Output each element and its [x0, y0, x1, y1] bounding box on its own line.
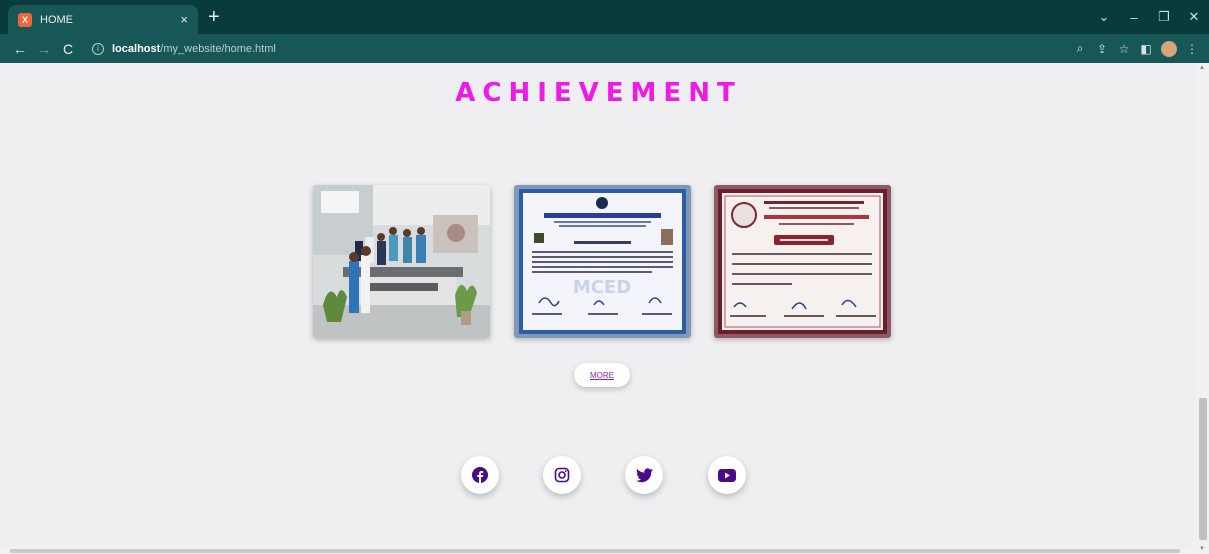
- restore-button[interactable]: ❐: [1149, 9, 1179, 25]
- facebook-icon: [472, 467, 488, 483]
- instagram-icon: [554, 467, 570, 483]
- tab-search-icon[interactable]: ⌄: [1089, 9, 1119, 25]
- achievement-photo-group[interactable]: [313, 185, 490, 338]
- back-button[interactable]: ←: [8, 41, 32, 57]
- tab-title: HOME: [40, 13, 73, 26]
- youtube-button[interactable]: [708, 456, 746, 494]
- achievement-photo-certificate-technovision[interactable]: [714, 185, 891, 338]
- xampp-favicon-icon: X: [18, 12, 32, 27]
- scroll-down-arrow-icon[interactable]: ▼: [1199, 546, 1205, 552]
- twitter-icon: [635, 467, 653, 482]
- forward-button[interactable]: →: [32, 41, 56, 57]
- tab-close-icon[interactable]: ×: [180, 12, 188, 27]
- horizontal-scrollbar[interactable]: [0, 547, 1197, 554]
- certificate-image: MCED: [514, 185, 691, 338]
- url-path: /my_website/home.html: [160, 42, 276, 55]
- youtube-icon: [718, 468, 736, 482]
- group-photo-image: [313, 185, 490, 338]
- site-info-icon[interactable]: i: [92, 42, 104, 55]
- scroll-up-arrow-icon[interactable]: ▲: [1199, 65, 1205, 71]
- svg-text:MCED: MCED: [573, 277, 631, 298]
- side-panel-icon[interactable]: ◧: [1135, 42, 1157, 56]
- minimize-button[interactable]: –: [1119, 10, 1149, 25]
- menu-kebab-icon[interactable]: ⋮: [1181, 42, 1203, 56]
- window-controls: ⌄ – ❐ ✕: [1089, 0, 1209, 34]
- browser-titlebar: X HOME × + ⌄ – ❐ ✕: [0, 0, 1209, 34]
- vertical-scroll-thumb[interactable]: [1199, 398, 1207, 540]
- vertical-scrollbar[interactable]: ▲ ▼: [1197, 63, 1209, 554]
- tab-home[interactable]: X HOME ×: [8, 5, 198, 34]
- url-host: localhost: [112, 42, 161, 55]
- browser-toolbar: ← → C i localhost /my_website/home.html …: [0, 34, 1209, 63]
- close-window-button[interactable]: ✕: [1179, 9, 1209, 25]
- twitter-button[interactable]: [625, 456, 663, 494]
- toolbar-actions: ⌕ ⇪ ☆ ◧ ⋮: [1069, 34, 1203, 63]
- horizontal-scroll-thumb[interactable]: [10, 549, 1180, 553]
- instagram-button[interactable]: [543, 456, 581, 494]
- bookmark-star-icon[interactable]: ☆: [1113, 42, 1135, 56]
- profile-avatar[interactable]: [1161, 40, 1177, 57]
- page-content: ACHIEVEMENT MCED MORE: [0, 63, 1197, 554]
- facebook-button[interactable]: [461, 456, 499, 494]
- zoom-icon[interactable]: ⌕: [1069, 41, 1091, 56]
- reload-button[interactable]: C: [56, 41, 80, 57]
- more-button[interactable]: MORE: [574, 363, 630, 387]
- achievement-photo-certificate-mced[interactable]: MCED: [514, 185, 691, 338]
- certificate-image: [714, 185, 891, 338]
- new-tab-button[interactable]: +: [208, 6, 220, 28]
- achievement-heading: ACHIEVEMENT: [455, 78, 742, 108]
- address-bar[interactable]: i localhost /my_website/home.html: [92, 38, 1052, 59]
- share-icon[interactable]: ⇪: [1091, 42, 1113, 56]
